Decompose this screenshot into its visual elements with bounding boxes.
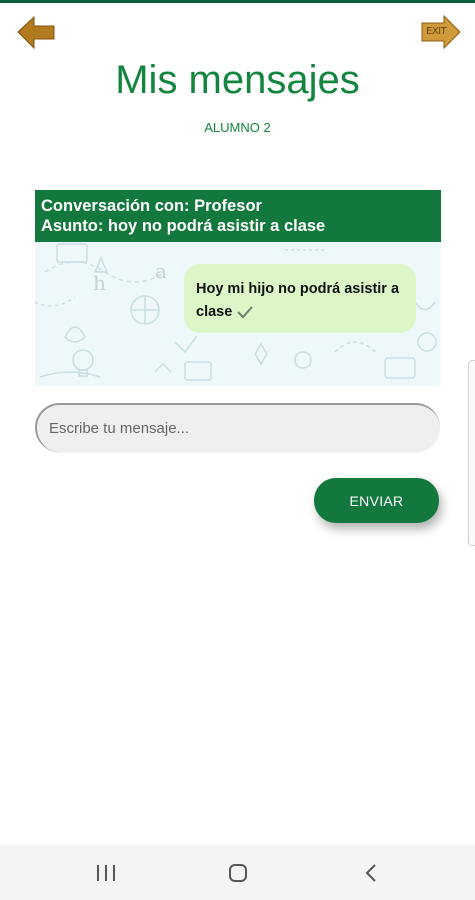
scroll-edge-handle[interactable]	[468, 360, 475, 546]
home-icon	[229, 864, 247, 882]
top-accent-bar	[0, 0, 475, 3]
student-name: ALUMNO 2	[204, 120, 271, 135]
exit-label: EXIT	[426, 26, 447, 37]
conversation-subject: Asunto: hoy no podrá asistir a clase	[41, 217, 326, 235]
chat-area: h a Hoy mi hijo no podrá asistir a clase	[35, 242, 441, 386]
exit-button[interactable]: EXIT	[420, 14, 462, 50]
back-button[interactable]	[16, 14, 56, 50]
page-title: Mis mensajes	[115, 58, 360, 102]
checkmark-icon	[237, 306, 254, 319]
recents-icon	[97, 865, 115, 881]
conversation-with: Conversación con: Profesor	[41, 197, 262, 215]
send-button[interactable]: ENVIAR	[314, 478, 439, 523]
conversation-header: Conversación con: Profesor Asunto: hoy n…	[35, 190, 441, 242]
svg-text:a: a	[155, 259, 167, 283]
back-arrow-icon	[17, 15, 55, 50]
message-bubble: Hoy mi hijo no podrá asistir a clase	[184, 264, 416, 333]
message-input[interactable]	[35, 403, 440, 452]
home-button[interactable]	[226, 862, 250, 884]
nav-back-button[interactable]	[360, 862, 384, 884]
message-text: Hoy mi hijo no podrá asistir a clase	[196, 281, 400, 320]
recents-button[interactable]	[94, 862, 118, 884]
svg-text:h: h	[93, 271, 106, 295]
navigation-bar	[0, 845, 475, 900]
nav-back-icon	[365, 864, 376, 882]
